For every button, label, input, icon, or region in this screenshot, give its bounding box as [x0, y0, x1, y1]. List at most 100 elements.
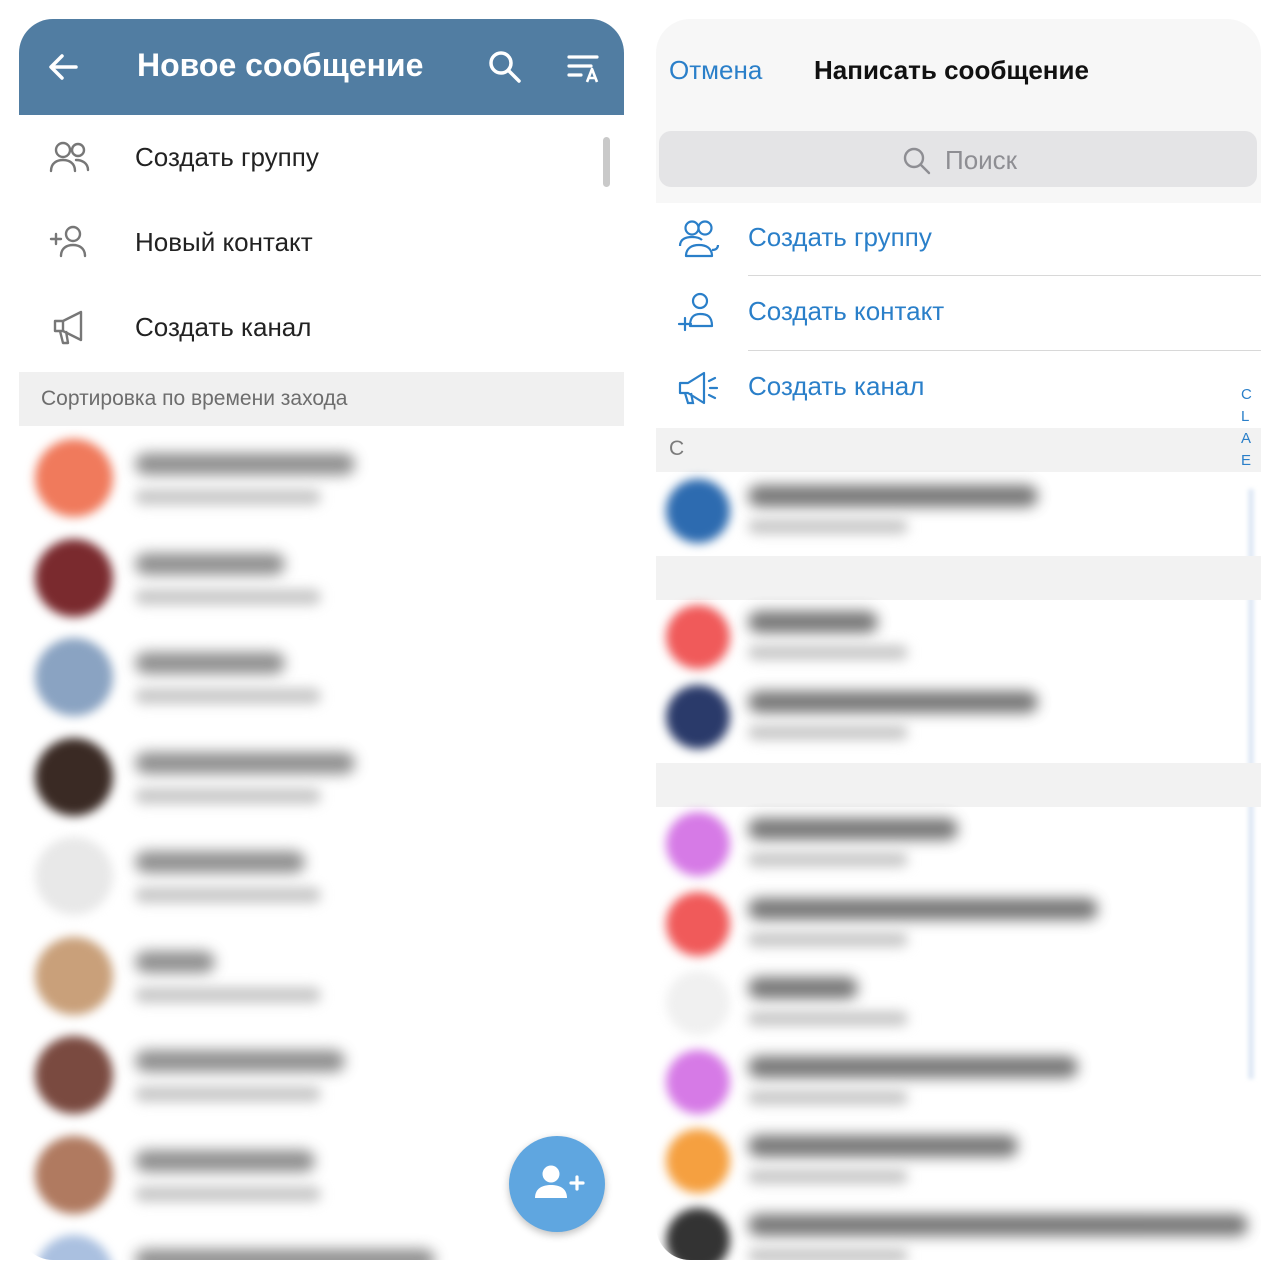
avatar — [666, 605, 730, 669]
contact-name-blurred — [748, 818, 958, 840]
ios-compose-message-screen: Отмена Написать сообщение Поиск Создать … — [656, 19, 1261, 1260]
contact-status-blurred — [135, 887, 321, 903]
contact-row[interactable] — [19, 527, 624, 627]
contact-row[interactable] — [19, 626, 624, 726]
index-letter[interactable]: E — [1241, 450, 1252, 472]
avatar — [35, 538, 113, 617]
sort-alpha-icon[interactable] — [565, 47, 605, 87]
contact-row[interactable] — [19, 1024, 624, 1124]
create-group-label: Создать группу — [748, 222, 932, 252]
add-contact-fab[interactable] — [509, 1136, 605, 1232]
search-placeholder: Поиск — [945, 145, 1018, 175]
section-letter: С — [669, 437, 685, 460]
sort-section-label: Сортировка по времени захода — [41, 387, 348, 410]
contact-name-blurred — [748, 1056, 1078, 1078]
index-letter[interactable]: A — [1241, 428, 1252, 450]
contact-row[interactable] — [19, 825, 624, 925]
search-icon — [902, 146, 932, 176]
contact-status-blurred — [748, 1011, 908, 1026]
create-channel-label: Создать канал — [748, 371, 925, 401]
create-contact-label: Создать контакт — [748, 296, 945, 326]
contact-status-blurred — [135, 688, 321, 704]
app-bar: Новое сообщение — [19, 19, 624, 115]
contact-name-blurred — [135, 751, 355, 774]
contact-name-blurred — [748, 485, 1038, 507]
alphabet-index[interactable]: C L A E — [1241, 384, 1252, 472]
contact-status-blurred — [748, 852, 908, 867]
contact-row[interactable] — [19, 427, 624, 527]
section-header — [656, 556, 1261, 600]
group-icon — [49, 137, 91, 177]
contact-row[interactable] — [656, 1042, 1261, 1122]
avatar — [35, 638, 113, 716]
nav-bar: Отмена Написать сообщение — [656, 19, 1261, 119]
contact-status-blurred — [748, 1169, 908, 1184]
contact-status-blurred — [135, 787, 321, 804]
create-channel-label: Создать канал — [135, 312, 312, 342]
megaphone-icon — [49, 307, 91, 347]
avatar — [666, 479, 730, 543]
contact-status-blurred — [748, 519, 908, 534]
contact-status-blurred — [135, 1185, 321, 1202]
avatar — [666, 812, 730, 876]
contact-row[interactable] — [656, 1200, 1261, 1260]
search-input[interactable]: Поиск — [659, 131, 1257, 187]
create-group-item[interactable]: Создать группу — [656, 202, 1261, 276]
contact-row[interactable] — [656, 677, 1261, 757]
cancel-button[interactable]: Отмена — [669, 55, 762, 86]
contact-status-blurred — [135, 986, 321, 1003]
create-contact-item[interactable]: Создать контакт — [656, 276, 1261, 350]
contact-name-blurred — [135, 453, 355, 475]
add-contact-icon — [676, 292, 720, 334]
create-channel-item[interactable]: Создать канал — [19, 285, 624, 369]
contact-row[interactable] — [656, 471, 1261, 551]
create-group-item[interactable]: Создать группу — [19, 115, 624, 199]
contact-row[interactable] — [656, 804, 1261, 884]
avatar — [35, 737, 113, 816]
add-contact-icon — [49, 222, 91, 262]
contact-name-blurred — [135, 1149, 315, 1172]
avatar — [666, 971, 730, 1035]
create-channel-item[interactable]: Создать канал — [656, 351, 1261, 425]
contact-status-blurred — [135, 1086, 321, 1102]
new-contact-label: Новый контакт — [135, 227, 313, 257]
index-letter[interactable]: L — [1241, 406, 1252, 428]
section-header — [656, 763, 1261, 807]
avatar — [35, 936, 113, 1015]
contact-status-blurred — [748, 1248, 908, 1260]
page-title: Написать сообщение — [814, 55, 1089, 85]
avatar — [35, 1235, 113, 1260]
contact-row[interactable] — [656, 1121, 1261, 1201]
contact-name-blurred — [748, 611, 878, 633]
contact-name-blurred — [748, 898, 1098, 920]
page-title: Новое сообщение — [137, 47, 424, 83]
contact-name-blurred — [135, 552, 285, 575]
section-header: С — [656, 428, 1261, 472]
contact-name-blurred — [135, 950, 215, 973]
avatar — [35, 1036, 113, 1114]
avatar — [35, 837, 113, 915]
avatar — [35, 439, 113, 517]
contact-row[interactable] — [19, 726, 624, 826]
arrow-left-icon[interactable] — [43, 47, 83, 87]
new-contact-item[interactable]: Новый контакт — [19, 200, 624, 284]
contact-status-blurred — [135, 588, 321, 605]
contact-row[interactable] — [19, 925, 624, 1025]
contact-name-blurred — [748, 691, 1038, 713]
index-letter[interactable]: C — [1241, 384, 1252, 406]
contact-row[interactable] — [656, 884, 1261, 964]
contact-name-blurred — [135, 1050, 345, 1072]
group-icon — [676, 218, 720, 260]
create-group-label: Создать группу — [135, 142, 319, 172]
avatar — [666, 892, 730, 956]
search-icon[interactable] — [485, 47, 525, 87]
contact-status-blurred — [748, 725, 908, 740]
avatar — [666, 685, 730, 749]
contact-status-blurred — [748, 1090, 908, 1105]
contact-row[interactable] — [656, 597, 1261, 677]
avatar — [666, 1129, 730, 1193]
contact-status-blurred — [748, 645, 908, 660]
contact-row[interactable] — [656, 963, 1261, 1043]
contact-name-blurred — [135, 652, 285, 674]
contact-name-blurred — [748, 1214, 1248, 1236]
